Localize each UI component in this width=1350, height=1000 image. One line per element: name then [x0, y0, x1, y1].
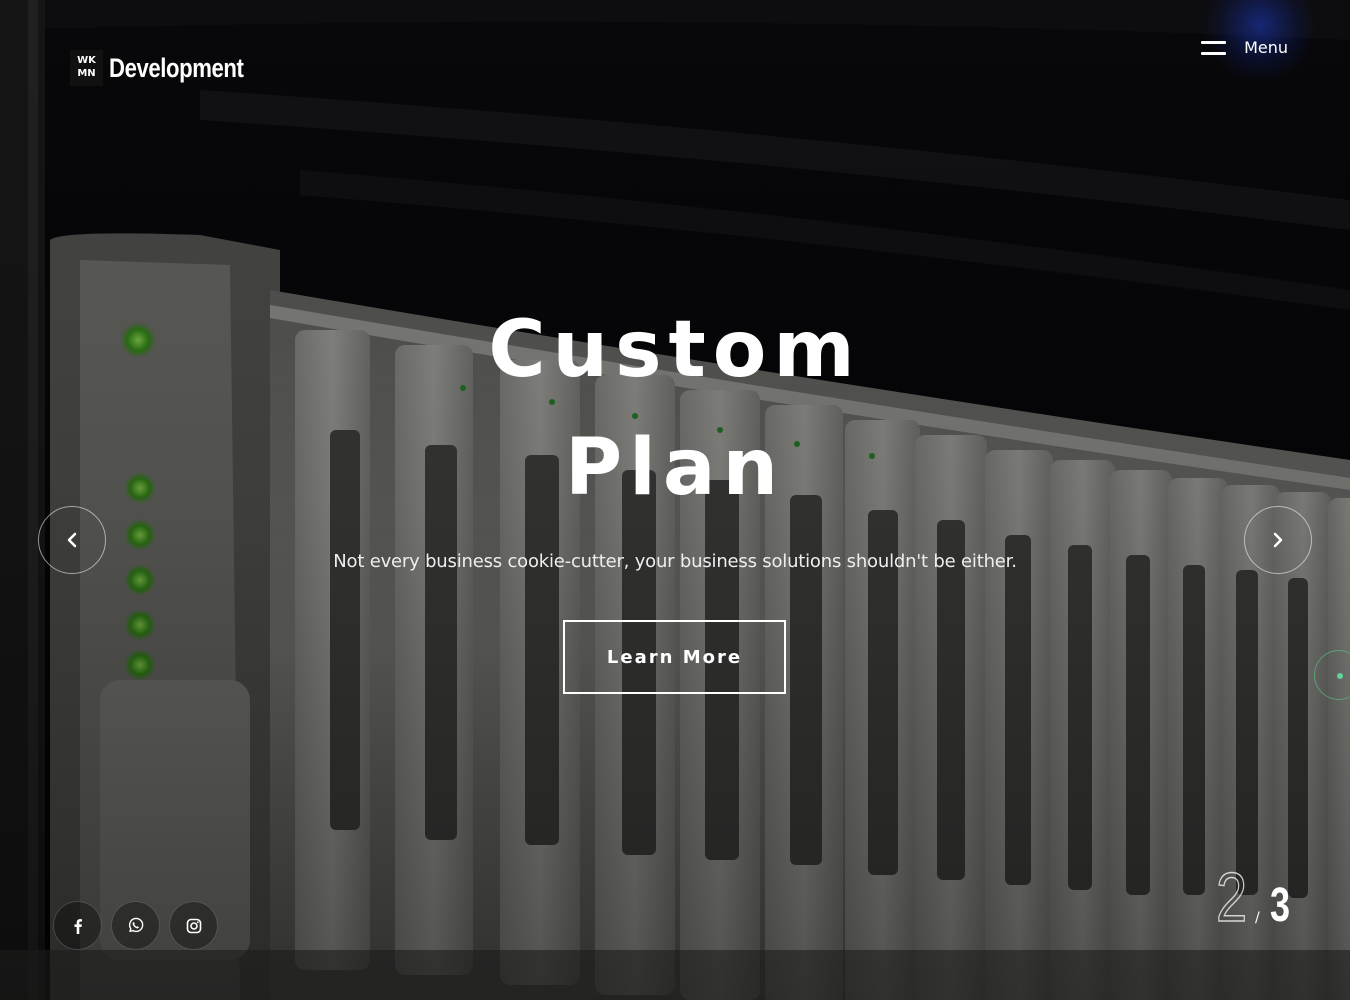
prev-slide-button[interactable]: [38, 506, 106, 574]
slide-title-line-2: Plan: [564, 423, 786, 513]
site-logo[interactable]: WK MN Development: [70, 50, 273, 86]
chevron-left-icon: [67, 532, 77, 548]
slide-counter-total: 3: [1269, 879, 1290, 932]
logo-mark-line-1: WK: [77, 55, 96, 66]
instagram-icon: [186, 918, 201, 933]
learn-more-label: Learn More: [606, 646, 743, 668]
instagram-button[interactable]: [169, 901, 218, 950]
hamburger-icon: [1201, 40, 1227, 55]
logo-mark-line-2: MN: [77, 68, 96, 79]
whatsapp-button[interactable]: [111, 901, 160, 950]
next-slide-button[interactable]: [1244, 506, 1312, 574]
menu-button[interactable]: Menu: [1201, 38, 1288, 57]
facebook-button[interactable]: [53, 901, 102, 950]
menu-label: Menu: [1244, 38, 1288, 57]
social-links: [53, 901, 218, 950]
slide-subtitle: Not every business cookie-cutter, your b…: [333, 551, 1017, 572]
chevron-right-icon: [1273, 532, 1283, 548]
learn-more-button[interactable]: Learn More: [563, 620, 786, 694]
logo-mark: WK MN: [70, 50, 103, 86]
slide-counter-separator: /: [1254, 910, 1260, 926]
slide-title-line-1: Custom: [488, 305, 862, 395]
facebook-icon: [74, 918, 82, 934]
whatsapp-icon: [128, 917, 144, 933]
logo-text: Development: [109, 52, 244, 83]
slide-counter-current: 2: [1215, 858, 1248, 936]
slide-counter: 2 / 3: [1215, 858, 1296, 936]
scroll-dot-icon: [1337, 673, 1343, 679]
